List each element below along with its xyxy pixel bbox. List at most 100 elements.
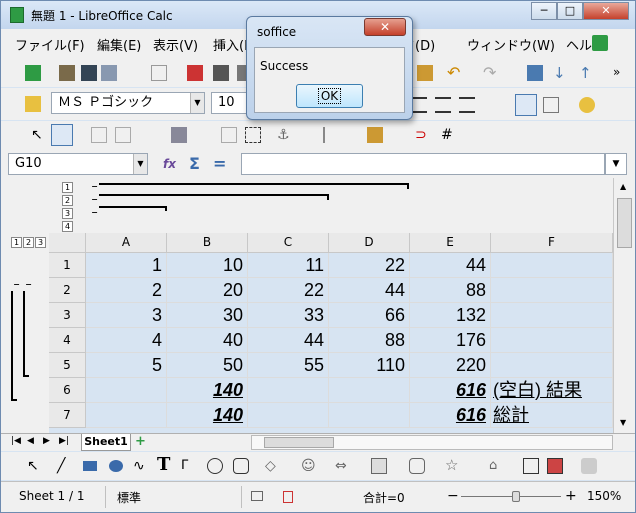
sort-ascending-icon[interactable]: ↑ <box>579 65 595 81</box>
row-outline-level-3-button[interactable]: 3 <box>62 208 73 219</box>
zoom-in-icon[interactable]: + <box>565 488 577 504</box>
symbol-shapes-icon[interactable]: ☺ <box>301 458 317 474</box>
cell-b5[interactable]: 50 <box>167 353 248 378</box>
sort-descending-icon[interactable]: ↓ <box>553 65 569 81</box>
export-pdf-icon[interactable] <box>187 65 203 81</box>
update-icon[interactable] <box>592 35 608 51</box>
cell-e7[interactable]: 616 <box>410 403 491 428</box>
row-header-7[interactable]: 7 <box>49 403 86 428</box>
sheet-tab-sheet1[interactable]: Sheet1 <box>81 434 131 451</box>
horizontal-scrollbar[interactable] <box>251 435 613 450</box>
design-mode-icon[interactable] <box>51 124 73 146</box>
align-right-icon[interactable] <box>435 97 451 113</box>
styles-icon[interactable] <box>25 96 41 112</box>
minimize-button[interactable]: ─ <box>531 2 557 20</box>
redo-icon[interactable]: ↷ <box>483 65 499 81</box>
align-center-icon[interactable] <box>411 97 427 113</box>
expand-formula-bar-icon[interactable]: ▼ <box>605 153 627 175</box>
last-sheet-icon[interactable]: ▶| <box>59 436 69 446</box>
edit-file-icon[interactable] <box>151 65 167 81</box>
snap-to-grid-icon[interactable]: ⊃ <box>415 127 431 143</box>
cell-b6[interactable]: 140 <box>167 378 248 403</box>
scroll-down-icon[interactable]: ▼ <box>620 418 626 427</box>
form-properties-icon[interactable] <box>115 127 131 143</box>
font-name-box[interactable]: ＭＳ Ｐゴシック ▼ <box>51 92 205 114</box>
menu-window[interactable]: ウィンドウ(W) <box>467 35 555 54</box>
cell-c1[interactable]: 11 <box>248 253 329 278</box>
row-header-6[interactable]: 6 <box>49 378 86 403</box>
add-sheet-icon[interactable]: + <box>135 434 146 449</box>
cell-b2[interactable]: 20 <box>167 278 248 303</box>
cell-e4[interactable]: 176 <box>410 328 491 353</box>
prev-sheet-icon[interactable]: ◀ <box>27 436 34 446</box>
undo-icon[interactable]: ↶ <box>447 65 463 81</box>
font-size-box[interactable]: 10 <box>211 92 251 114</box>
name-box-dropdown-icon[interactable]: ▼ <box>133 154 147 174</box>
dialog-close-button[interactable]: ✕ <box>364 18 406 36</box>
select-all-corner[interactable] <box>49 233 86 253</box>
basic-shapes-icon[interactable]: ◇ <box>265 458 281 474</box>
cell-d5[interactable]: 110 <box>329 353 410 378</box>
menu-file[interactable]: ファイル(F) <box>15 35 85 54</box>
anchor-icon[interactable]: ⚓ <box>277 127 293 143</box>
row-header-2[interactable]: 2 <box>49 278 86 303</box>
font-name-dropdown-icon[interactable]: ▼ <box>190 93 204 113</box>
column-header-c[interactable]: C <box>248 233 329 253</box>
cell-a4[interactable]: 4 <box>86 328 167 353</box>
row-header-5[interactable]: 5 <box>49 353 86 378</box>
align-objects-icon[interactable] <box>323 127 339 143</box>
stars-icon[interactable]: ☆ <box>445 457 461 473</box>
function-wizard-icon[interactable]: fx <box>163 157 176 171</box>
column-header-f[interactable]: F <box>491 233 613 253</box>
cell-d4[interactable]: 88 <box>329 328 410 353</box>
select-group-icon[interactable] <box>245 127 261 143</box>
cell-f1[interactable] <box>491 253 613 278</box>
cell-a1[interactable]: 1 <box>86 253 167 278</box>
extrusion-icon[interactable] <box>547 458 563 474</box>
points-icon[interactable]: ⌂ <box>489 458 505 474</box>
cell-f2[interactable] <box>491 278 613 303</box>
name-box[interactable]: G10 ▼ <box>8 153 148 175</box>
cell-d2[interactable]: 44 <box>329 278 410 303</box>
sum-icon[interactable]: Σ <box>189 154 200 173</box>
first-sheet-icon[interactable]: |◀ <box>11 436 21 446</box>
zoom-slider-thumb[interactable] <box>512 491 520 502</box>
text-icon[interactable]: T <box>157 456 173 474</box>
vertical-scroll-thumb[interactable] <box>617 198 632 248</box>
callouts-icon[interactable] <box>207 458 223 474</box>
save-icon[interactable] <box>81 65 97 81</box>
cell-e1[interactable]: 44 <box>410 253 491 278</box>
wrap-text-icon[interactable] <box>515 94 537 116</box>
callout-shapes-icon[interactable] <box>409 458 425 474</box>
collapse-col-group-2-icon[interactable]: − <box>23 280 34 291</box>
cell-f5[interactable] <box>491 353 613 378</box>
cell-d3[interactable]: 66 <box>329 303 410 328</box>
row-header-3[interactable]: 3 <box>49 303 86 328</box>
ok-button[interactable]: OK <box>296 84 363 108</box>
cell-b3[interactable]: 30 <box>167 303 248 328</box>
cell-d1[interactable]: 22 <box>329 253 410 278</box>
menu-edit[interactable]: 編集(E) <box>97 35 141 54</box>
cell-a7[interactable] <box>86 403 167 428</box>
maximize-button[interactable]: □ <box>557 2 583 20</box>
line-icon[interactable]: ╱ <box>57 458 73 474</box>
merge-cells-icon[interactable] <box>543 97 559 113</box>
row-outline-level-1-button[interactable]: 1 <box>62 182 73 193</box>
menu-view[interactable]: 表示(V) <box>153 35 198 54</box>
selection-mode-icon[interactable] <box>251 491 263 501</box>
collapse-col-group-1-icon[interactable]: − <box>11 280 22 291</box>
cell-c3[interactable]: 33 <box>248 303 329 328</box>
cell-f7[interactable]: 総計 <box>491 403 613 428</box>
rectangle-icon[interactable] <box>83 461 97 471</box>
column-header-e[interactable]: E <box>410 233 491 253</box>
cell-a5[interactable]: 5 <box>86 353 167 378</box>
cell-b1[interactable]: 10 <box>167 253 248 278</box>
from-file-icon[interactable] <box>523 458 539 474</box>
grid-icon[interactable]: # <box>441 127 457 143</box>
clone-formatting-icon[interactable] <box>417 65 433 81</box>
toolbar-overflow-icon[interactable]: » <box>613 65 629 81</box>
currency-format-icon[interactable] <box>579 97 595 113</box>
row-header-4[interactable]: 4 <box>49 328 86 353</box>
hyperlink-icon[interactable] <box>527 65 543 81</box>
scroll-up-icon[interactable]: ▲ <box>620 182 626 191</box>
